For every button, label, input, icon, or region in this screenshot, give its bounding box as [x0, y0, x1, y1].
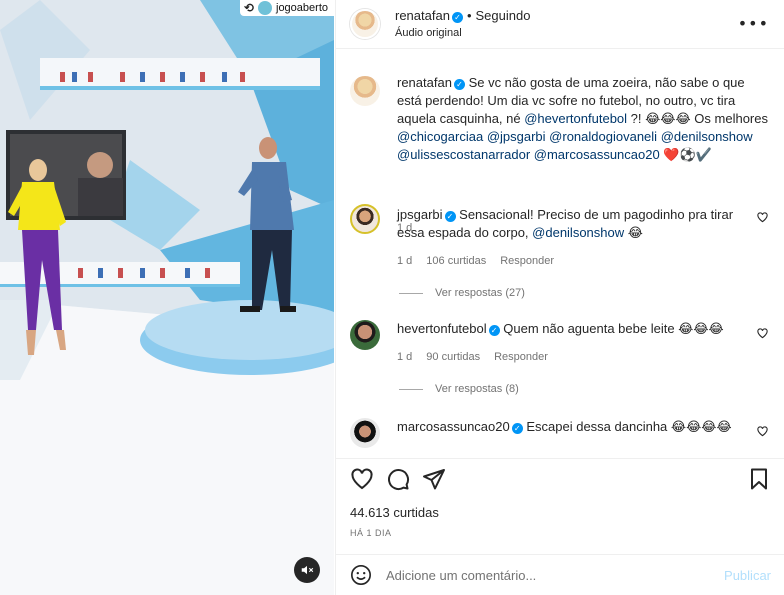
view-replies-button[interactable]: Ver respostas (27)	[399, 287, 525, 299]
more-horizontal-icon: •••	[737, 14, 769, 33]
view-replies-button[interactable]: Ver respostas (8)	[399, 383, 519, 395]
comment-icon	[388, 469, 410, 491]
comment-text: marcosassuncao20 ✓ Escapei dessa dancinha…	[397, 418, 762, 436]
emoji-button[interactable]	[350, 564, 372, 586]
view-replies-label: Ver respostas (27)	[435, 287, 525, 299]
post-date[interactable]: HÁ 1 DIA	[350, 528, 392, 538]
verified-badge-icon: ✓	[453, 79, 465, 90]
comment-username[interactable]: jpsgarbi	[397, 207, 443, 222]
comment-time[interactable]: 1 d	[397, 351, 412, 363]
likes-count[interactable]: 44.613 curtidas	[350, 505, 439, 520]
share-icon	[423, 469, 445, 490]
divider	[399, 388, 423, 390]
verified-badge-icon: ✓	[511, 423, 523, 434]
avatar[interactable]	[350, 76, 380, 106]
post-sidebar: renatafan ✓ • Seguindo Áudio original ••• r…	[335, 0, 784, 595]
comment-like-button[interactable]	[757, 328, 768, 342]
original-audio-link[interactable]: Áudio original	[395, 27, 462, 39]
share-button[interactable]	[422, 467, 446, 491]
speaker-muted-icon	[301, 565, 314, 575]
post-media[interactable]: ⟲ jogoaberto	[0, 0, 334, 595]
comment-meta: 1 d 90 curtidas Responder	[397, 351, 562, 363]
comment-text: jpsgarbi ✓ Sensacional! Preciso de um pag…	[397, 206, 762, 242]
heart-icon	[757, 212, 768, 223]
comment-like-button[interactable]	[757, 426, 768, 440]
smiley-icon	[351, 565, 371, 585]
verified-badge-icon: ✓	[451, 12, 463, 23]
mention-link[interactable]: @chicogarciaa	[397, 129, 483, 144]
heart-icon	[757, 328, 768, 339]
mention-link[interactable]: @jpsgarbi	[487, 129, 546, 144]
comment-button[interactable]	[386, 467, 410, 491]
comment-input[interactable]	[386, 564, 706, 586]
repost-icon: ⟲	[243, 1, 254, 15]
more-options-button[interactable]: •••	[738, 14, 769, 33]
header-username-line: renatafan ✓ • Seguindo	[395, 8, 530, 23]
verified-badge-icon: ✓	[488, 325, 500, 336]
comment-username[interactable]: hevertonfutebol	[397, 321, 487, 336]
comment-emoji: 😂	[624, 225, 643, 240]
avatar[interactable]	[350, 9, 380, 39]
mention-link[interactable]: @hevertonfutebol	[524, 111, 627, 126]
avatar[interactable]	[350, 418, 380, 448]
add-comment-bar: Publicar	[336, 554, 784, 595]
comment-body: Quem não aguenta bebe leite 😂😂😂	[503, 321, 724, 336]
separator: •	[466, 8, 472, 23]
caption-text: renatafan ✓ Se vc não gosta de uma zoeira…	[397, 74, 772, 164]
header-username[interactable]: renatafan	[395, 8, 450, 23]
repost-badge[interactable]: ⟲ jogoaberto	[239, 0, 334, 16]
view-replies-label: Ver respostas (8)	[435, 383, 519, 395]
mention-link[interactable]: @denilsonshow	[532, 225, 624, 240]
follow-status-button[interactable]: Seguindo	[476, 8, 531, 23]
mention-link[interactable]: @ulissescostanarrador	[397, 147, 530, 162]
mention-link[interactable]: @ronaldogiovaneli	[549, 129, 657, 144]
repost-username[interactable]: jogoaberto	[276, 2, 328, 14]
avatar[interactable]	[350, 204, 380, 234]
post-header: renatafan ✓ • Seguindo Áudio original •••	[336, 0, 784, 49]
mute-button[interactable]	[294, 557, 320, 583]
comment-text: hevertonfutebol ✓ Quem não aguenta bebe l…	[397, 320, 762, 338]
verified-badge-icon: ✓	[444, 211, 456, 222]
video-frame	[0, 0, 334, 595]
comment-username[interactable]: marcosassuncao20	[397, 419, 510, 434]
avatar[interactable]	[350, 320, 380, 350]
comment-body: Escapei dessa dancinha 😂😂😂😂	[526, 419, 732, 434]
heart-icon	[351, 468, 373, 490]
comment-likes[interactable]: 106 curtidas	[426, 255, 486, 267]
mention-link[interactable]: @marcosassuncao20	[534, 147, 660, 162]
caption-emoji: ❤️⚽✔️	[663, 147, 712, 162]
comment-like-button[interactable]	[757, 212, 768, 226]
bookmark-icon	[751, 468, 767, 490]
comments-list[interactable]: renatafan ✓ Se vc não gosta de uma zoeira…	[336, 50, 784, 458]
caption-username[interactable]: renatafan	[397, 75, 452, 90]
divider	[399, 292, 423, 294]
publish-button[interactable]: Publicar	[724, 568, 771, 583]
reply-button[interactable]: Responder	[494, 351, 548, 363]
post-actions: 44.613 curtidas HÁ 1 DIA	[336, 458, 784, 558]
comment-meta: 1 d 106 curtidas Responder	[397, 255, 568, 267]
repost-avatar	[258, 1, 272, 15]
mention-link[interactable]: @denilsonshow	[661, 129, 753, 144]
save-button[interactable]	[747, 467, 771, 491]
comment-likes[interactable]: 90 curtidas	[426, 351, 480, 363]
like-button[interactable]	[350, 467, 374, 491]
caption-body-2: ?! 😂😂😂 Os melhores	[627, 111, 768, 126]
reply-button[interactable]: Responder	[500, 255, 554, 267]
comment-time[interactable]: 1 d	[397, 255, 412, 267]
heart-icon	[757, 426, 768, 437]
